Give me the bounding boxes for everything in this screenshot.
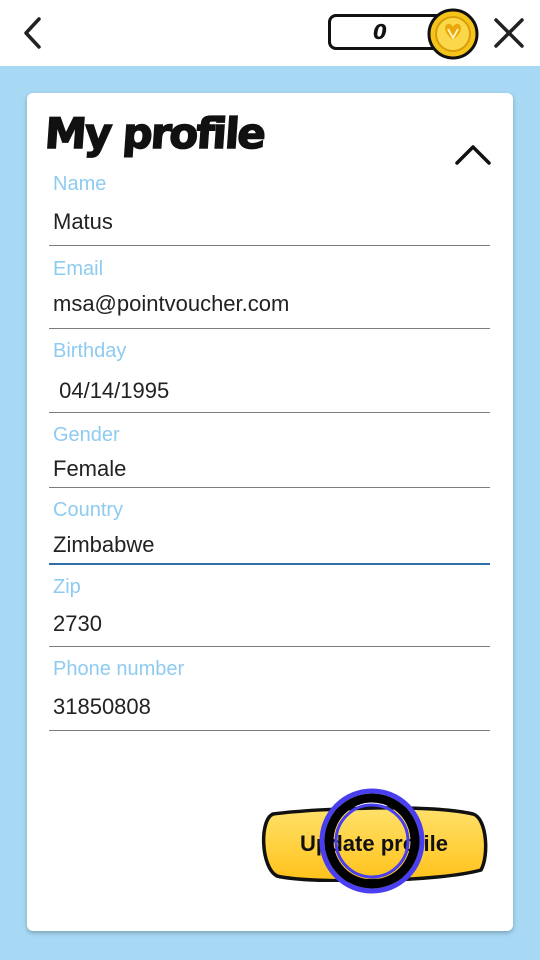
close-icon [494, 18, 524, 48]
top-bar: 0 [0, 0, 540, 66]
update-profile-button[interactable]: Update profile [259, 806, 489, 882]
chevron-up-icon [455, 145, 491, 165]
phone-label: Phone number [53, 658, 185, 680]
birthday-field: Birthday 04/14/1995 [49, 340, 490, 413]
phone-field: Phone number 31850808 [49, 658, 490, 731]
birthday-input[interactable]: 04/14/1995 [53, 378, 473, 404]
email-field: Email msa@pointvoucher.com [49, 258, 490, 329]
name-input[interactable]: Matus [53, 209, 473, 235]
email-label: Email [53, 258, 104, 280]
name-label: Name [53, 173, 107, 195]
update-profile-label: Update profile [300, 831, 448, 856]
back-button[interactable] [14, 14, 50, 52]
country-field: Country Zimbabwe [49, 499, 490, 565]
gender-field: Gender Female [49, 424, 490, 488]
gold-coin-icon [427, 8, 479, 60]
coin-count: 0 [373, 20, 387, 44]
birthday-label: Birthday [53, 340, 127, 362]
country-input[interactable]: Zimbabwe [53, 532, 473, 558]
coin-balance: 0 [328, 8, 479, 60]
gender-select[interactable]: Female [53, 456, 473, 482]
country-label: Country [53, 499, 124, 521]
zip-label: Zip [53, 576, 81, 598]
profile-card: My profile Name Matus Email msa@pointvou… [27, 93, 513, 931]
zip-field: Zip 2730 [49, 576, 490, 647]
phone-input[interactable]: 31850808 [53, 694, 473, 720]
name-field: Name Matus [49, 173, 490, 246]
chevron-left-icon [24, 17, 41, 49]
zip-input[interactable]: 2730 [53, 611, 473, 637]
gender-label: Gender [53, 424, 120, 446]
email-input[interactable]: msa@pointvoucher.com [53, 291, 473, 317]
collapse-button[interactable] [451, 137, 495, 171]
page-title: My profile [43, 108, 267, 159]
close-button[interactable] [490, 14, 528, 52]
